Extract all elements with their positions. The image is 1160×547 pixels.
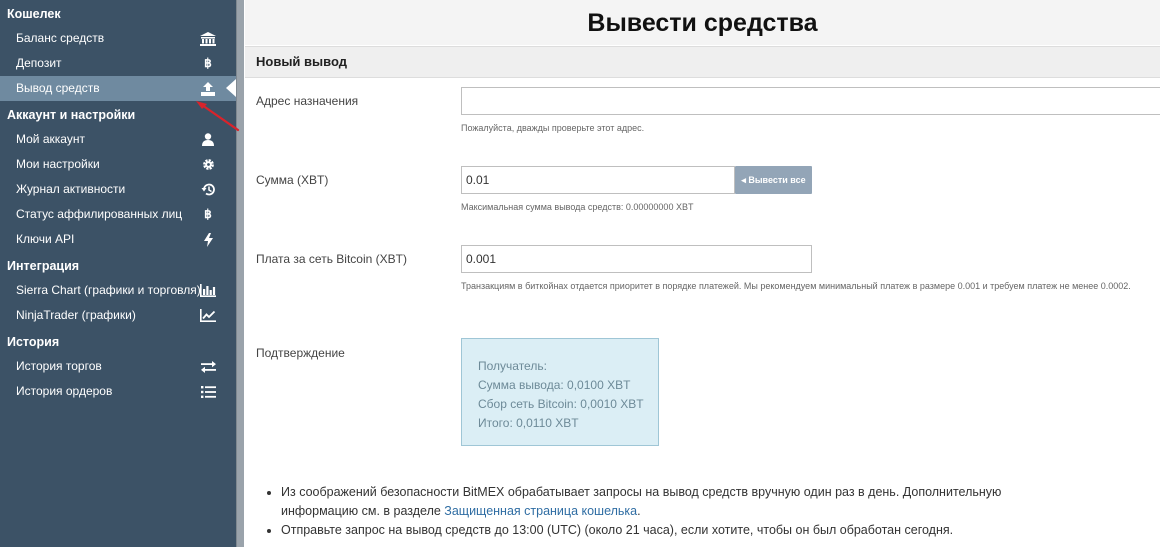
- sidebar-divider: [236, 0, 244, 547]
- sidebar-item-label: История ордеров: [16, 384, 113, 398]
- address-label: Адрес назначения: [256, 94, 359, 108]
- address-input[interactable]: [461, 87, 1160, 115]
- sidebar-item-balance[interactable]: Баланс средств: [0, 26, 236, 51]
- confirm-recipient: Получатель:: [478, 359, 547, 373]
- amount-input[interactable]: 0.01: [461, 166, 735, 194]
- sidebar-item-api-keys[interactable]: Ключи API: [0, 227, 236, 252]
- fee-hint: Транзакциям в биткойнах отдается приорит…: [461, 281, 1131, 291]
- sidebar-item-affiliate-status[interactable]: Статус аффилированных лиц ฿: [0, 202, 236, 227]
- sidebar-item-deposit[interactable]: Депозит ฿: [0, 51, 236, 76]
- note-deadline: Отправьте запрос на вывод средств до 13:…: [281, 521, 1043, 540]
- amount-label: Сумма (XBT): [256, 173, 329, 187]
- sidebar-item-activity-log[interactable]: Журнал активности: [0, 177, 236, 202]
- notes: Из соображений безопасности BitMEX обраб…: [263, 483, 1043, 540]
- list-icon: [198, 379, 218, 404]
- main-content: Вывести средства Новый вывод Адрес назна…: [245, 0, 1160, 547]
- amount-hint: Максимальная сумма вывода средств: 0.000…: [461, 202, 694, 212]
- history-icon: [198, 177, 218, 202]
- note-security: Из соображений безопасности BitMEX обраб…: [281, 483, 1043, 521]
- page-title: Вывести средства: [245, 0, 1160, 45]
- sidebar-item-label: Ключи API: [16, 232, 75, 246]
- sidebar-item-label: Баланс средств: [16, 31, 105, 45]
- confirmation-box: Получатель: Сумма вывода: 0,0100 XBT Сбо…: [461, 338, 659, 446]
- sidebar-item-label: Sierra Chart (графики и торговля): [16, 283, 201, 297]
- sidebar-item-label: Мои настройки: [16, 157, 100, 171]
- line-chart-icon: [198, 303, 218, 328]
- bitcoin-icon: ฿: [204, 207, 212, 221]
- exchange-icon: [198, 354, 218, 379]
- sidebar-item-label: Вывод средств: [16, 81, 100, 95]
- sidebar-item-sierra-chart[interactable]: Sierra Chart (графики и торговля): [0, 278, 236, 303]
- active-indicator: [226, 79, 236, 97]
- gear-icon: [198, 152, 218, 177]
- sidebar-item-label: Мой аккаунт: [16, 132, 85, 146]
- panel-title: Новый вывод: [245, 46, 1160, 78]
- sidebar: Кошелек Баланс средств Депозит ฿ Вывод с…: [0, 0, 236, 547]
- bar-chart-icon: [198, 278, 218, 303]
- fee-input[interactable]: 0.001: [461, 245, 812, 273]
- sidebar-item-label: Статус аффилированных лиц: [16, 207, 183, 221]
- sidebar-item-label: Депозит: [16, 56, 62, 70]
- sidebar-section-wallet: Кошелек: [7, 7, 61, 21]
- confirm-total: Итого: 0,0110 XBT: [478, 416, 579, 430]
- sidebar-section-history: История: [7, 335, 60, 349]
- withdraw-all-button[interactable]: ◂ Вывести все: [735, 166, 812, 194]
- bitcoin-icon: ฿: [204, 56, 212, 70]
- sidebar-section-integration: Интеграция: [7, 259, 80, 273]
- withdraw-all-label: Вывести все: [748, 175, 806, 185]
- sidebar-item-label: Журнал активности: [16, 182, 126, 196]
- secure-wallet-link[interactable]: Защищенная страница кошелька: [444, 504, 637, 518]
- note-end: .: [637, 504, 641, 518]
- annotation-arrow: [196, 101, 240, 132]
- sidebar-item-label: История торгов: [16, 359, 102, 373]
- sidebar-item-order-history[interactable]: История ордеров: [0, 379, 236, 404]
- confirm-fee: Сбор сеть Bitcoin: 0,0010 XBT: [478, 397, 644, 411]
- sidebar-item-my-settings[interactable]: Мои настройки: [0, 152, 236, 177]
- confirm-amount: Сумма вывода: 0,0100 XBT: [478, 378, 631, 392]
- sidebar-item-trade-history[interactable]: История торгов: [0, 354, 236, 379]
- bolt-icon: [198, 227, 218, 252]
- note-text: Из соображений безопасности BitMEX обраб…: [281, 485, 1002, 518]
- fee-label: Плата за сеть Bitcoin (XBT): [256, 252, 407, 266]
- bank-icon: [198, 26, 218, 51]
- address-hint: Пожалуйста, дважды проверьте этот адрес.: [461, 123, 645, 133]
- sidebar-item-ninjatrader[interactable]: NinjaTrader (графики): [0, 303, 236, 328]
- sidebar-item-label: NinjaTrader (графики): [16, 308, 136, 322]
- confirm-label: Подтверждение: [256, 346, 345, 360]
